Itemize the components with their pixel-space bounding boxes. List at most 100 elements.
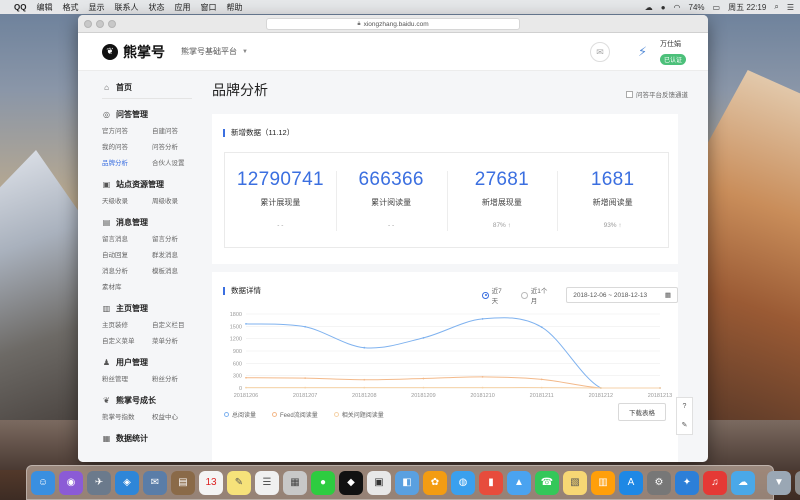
- sidebar-item[interactable]: 消息分析: [102, 265, 152, 275]
- menu-item[interactable]: 应用: [174, 2, 190, 13]
- close-button[interactable]: [84, 19, 92, 28]
- photo-booth-icon[interactable]: ▦: [283, 470, 307, 495]
- trash-icon[interactable]: 🗑︎: [795, 470, 800, 495]
- sidebar-item[interactable]: 模板消息: [152, 265, 200, 275]
- url-text: xiongzhang.baidu.com: [363, 20, 429, 28]
- menu-item[interactable]: 联系人: [114, 2, 138, 13]
- sidebar-item-active[interactable]: 品牌分析: [102, 157, 152, 167]
- sidebar-item[interactable]: 自建问答: [152, 125, 200, 135]
- platform-name: 熊掌号基础平台: [181, 47, 237, 56]
- wifi-icon[interactable]: ◠: [674, 3, 681, 12]
- downloads-folder-icon[interactable]: ▼: [767, 470, 791, 495]
- sidebar-item[interactable]: 权益中心: [152, 411, 200, 421]
- sidebar-item[interactable]: 问答分析: [152, 141, 200, 151]
- sidebar-item[interactable]: 熊掌号指数: [102, 411, 152, 421]
- range-7-days[interactable]: 近7天: [482, 285, 507, 305]
- battery-percent[interactable]: 74%: [689, 3, 705, 12]
- desktop-wallpaper-right: [705, 70, 800, 460]
- range-label: 近7天: [491, 288, 502, 305]
- new-data-title: 新增数据（11.12）: [231, 128, 295, 137]
- menu-item[interactable]: 帮助: [226, 2, 242, 13]
- battery-icon[interactable]: ▭: [713, 3, 721, 12]
- baidu-netdisk-icon[interactable]: ✦: [675, 470, 699, 495]
- sidebar-item[interactable]: 周级收录: [152, 195, 200, 205]
- netease-music-icon[interactable]: ♫: [703, 470, 727, 495]
- sidebar-item[interactable]: 留言分析: [152, 233, 200, 243]
- reminders-icon[interactable]: ☰: [255, 470, 279, 495]
- feedback-link[interactable]: 问答平台反馈通道: [626, 89, 688, 99]
- stat-total-reads: 666366 累计阅读量 - -: [335, 153, 447, 247]
- data-point: [304, 377, 307, 380]
- menu-app[interactable]: QQ: [14, 3, 26, 12]
- x-tick-label: 20181209: [411, 393, 435, 399]
- data-point: [245, 376, 247, 379]
- notification-center-icon[interactable]: ☰: [787, 3, 794, 12]
- penguin-icon[interactable]: ●: [661, 3, 666, 12]
- sidebar-item[interactable]: 留言消息: [102, 233, 152, 243]
- qq-icon[interactable]: ◆: [339, 470, 363, 495]
- sidebar-item[interactable]: 官方问答: [102, 125, 152, 135]
- sidebar-item[interactable]: 我的问答: [102, 141, 152, 151]
- mail-icon[interactable]: ✉: [590, 42, 610, 62]
- launchpad-icon[interactable]: ✈: [87, 470, 111, 495]
- zoom-button[interactable]: [108, 19, 116, 28]
- sidebar-item[interactable]: 自动回复: [102, 249, 152, 259]
- sidebar-item[interactable]: 群发消息: [152, 249, 200, 259]
- sidebar-item-home[interactable]: ⌂ 首页: [102, 82, 200, 93]
- date-range-picker[interactable]: 2018-12-06 ~ 2018-12-13 ▦: [566, 287, 679, 303]
- contacts-icon[interactable]: ▤: [171, 470, 195, 495]
- finder-icon[interactable]: ☺: [31, 470, 55, 495]
- cloud-app-icon[interactable]: ☁: [731, 470, 755, 495]
- ibooks-icon[interactable]: ▥: [591, 470, 615, 495]
- menu-item[interactable]: 编辑: [36, 2, 52, 13]
- legend-item[interactable]: 相关问题阅读量: [333, 410, 384, 419]
- sidebar-item[interactable]: 菜单分析: [152, 335, 200, 345]
- download-table-button[interactable]: 下载表格: [618, 403, 666, 421]
- address-bar[interactable]: 🔒︎ xiongzhang.baidu.com: [266, 18, 520, 30]
- keynote-icon[interactable]: ▲: [507, 470, 531, 495]
- mail-app-icon[interactable]: ✉: [143, 470, 167, 495]
- user-icon: ♟: [102, 358, 111, 367]
- calendar-icon[interactable]: 13: [199, 470, 223, 495]
- help-icon[interactable]: ?: [683, 403, 687, 410]
- messages-icon[interactable]: ◍: [451, 470, 475, 495]
- platform-switcher[interactable]: 熊掌号基础平台 ▼: [181, 46, 248, 57]
- wechat-icon[interactable]: ●: [311, 470, 335, 495]
- legend-label: Feed流阅读量: [280, 413, 318, 419]
- facetime-icon[interactable]: ☎: [535, 470, 559, 495]
- sidebar-item[interactable]: 粉丝分析: [152, 373, 200, 383]
- menu-item[interactable]: 窗口: [200, 2, 216, 13]
- clock[interactable]: 周五 22:19: [728, 2, 766, 13]
- system-preferences-icon[interactable]: ⚙: [647, 470, 671, 495]
- stickies-icon[interactable]: ▧: [563, 470, 587, 495]
- legend-item[interactable]: Feed流阅读量: [272, 410, 318, 419]
- feedback-edit-icon[interactable]: ✎: [682, 421, 688, 429]
- legend-item[interactable]: 总阅读量: [224, 410, 256, 419]
- sidebar-item[interactable]: 天级收录: [102, 195, 152, 205]
- siri-icon[interactable]: ◉: [59, 470, 83, 495]
- user-menu[interactable]: ⚡ 万仕娟 已认证: [638, 39, 687, 67]
- menu-item[interactable]: 状态: [148, 2, 164, 13]
- sidebar-item[interactable]: 合伙人设置: [152, 157, 200, 167]
- sidebar-item[interactable]: 自定义栏目: [152, 319, 200, 329]
- sidebar-item[interactable]: 粉丝管理: [102, 373, 152, 383]
- minimize-button[interactable]: [96, 19, 104, 28]
- sidebar-item[interactable]: 自定义菜单: [102, 335, 152, 345]
- divider: [102, 98, 192, 99]
- numbers-icon[interactable]: ▮: [479, 470, 503, 495]
- sidebar-item[interactable]: 素材库: [102, 281, 152, 291]
- logo[interactable]: ❦ 熊掌号: [102, 42, 165, 62]
- range-1-month[interactable]: 近1个月: [521, 285, 552, 305]
- preview-icon[interactable]: ▣: [367, 470, 391, 495]
- image-capture-icon[interactable]: ◧: [395, 470, 419, 495]
- sidebar-item[interactable]: 主页装修: [102, 319, 152, 329]
- menu-item[interactable]: 格式: [62, 2, 78, 13]
- search-icon[interactable]: ⌕: [774, 2, 778, 12]
- cloud-icon[interactable]: ☁: [645, 3, 653, 12]
- sidebar-section-qa: ◎ 问答管理: [102, 109, 200, 120]
- safari-icon[interactable]: ◈: [115, 470, 139, 495]
- notes-icon[interactable]: ✎: [227, 470, 251, 495]
- app-store-icon[interactable]: A: [619, 470, 643, 495]
- photos-icon[interactable]: ✿: [423, 470, 447, 495]
- menu-item[interactable]: 显示: [88, 2, 104, 13]
